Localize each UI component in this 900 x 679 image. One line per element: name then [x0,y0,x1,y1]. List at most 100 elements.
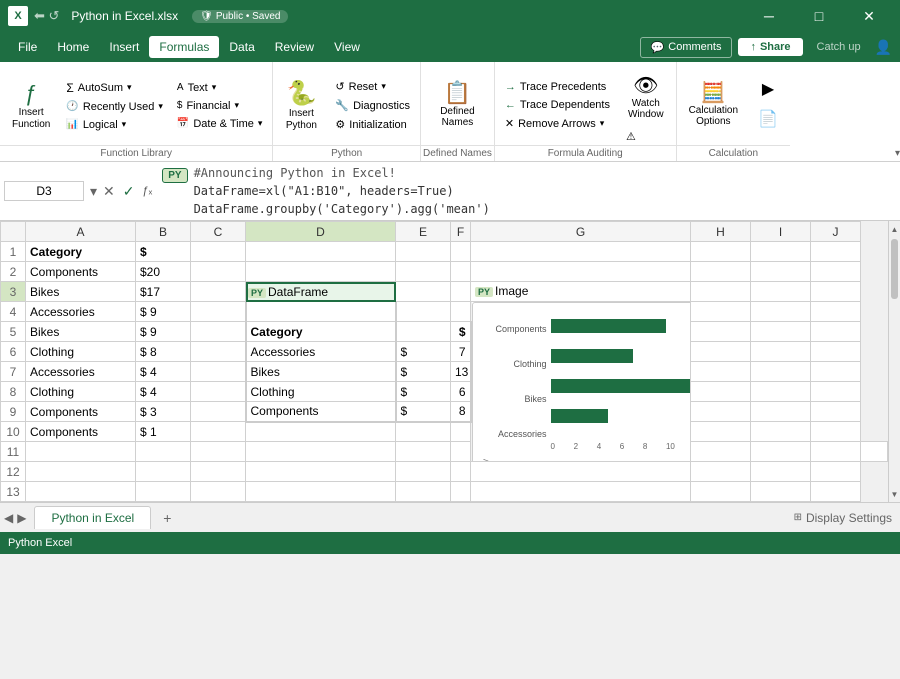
cell-D11[interactable] [246,442,396,462]
cell-E13[interactable] [396,482,451,502]
cell-I5[interactable] [751,322,811,342]
cell-I4[interactable] [751,302,811,322]
col-B-header[interactable]: B [136,222,191,242]
text-dropdown-icon[interactable]: ▾ [212,82,217,93]
cell-D8[interactable]: Clothing [246,382,396,402]
calculation-options-button[interactable]: 🧮 CalculationOptions [681,74,746,134]
cell-D4[interactable] [246,302,396,322]
insert-function-button[interactable]: ƒ InsertFunction [4,76,58,136]
cell-J3[interactable] [811,282,861,302]
sheet-tab-python-excel[interactable]: Python in Excel [34,506,151,529]
cell-F13[interactable] [451,482,471,502]
cell-A4[interactable]: Accessories [26,302,136,322]
col-H-header[interactable]: H [691,222,751,242]
ribbon-expand[interactable]: ▾ [886,62,900,161]
cell-C3[interactable] [191,282,246,302]
catch-up-button[interactable]: Catch up [809,38,869,56]
col-J-header[interactable]: J [811,222,861,242]
cell-H11[interactable] [751,442,811,462]
cell-A13[interactable] [26,482,136,502]
scroll-up-button[interactable]: ▲ [889,221,900,237]
menu-formulas[interactable]: Formulas [149,36,219,58]
cell-A5[interactable]: Bikes [26,322,136,342]
remove-arrows-button[interactable]: ✕ Remove Arrows ▾ [499,115,616,132]
col-A-header[interactable]: A [26,222,136,242]
minimize-button[interactable]: ─ [746,0,792,32]
menu-view[interactable]: View [324,36,370,58]
menu-review[interactable]: Review [265,36,324,58]
scroll-down-button[interactable]: ▼ [889,486,900,502]
menu-home[interactable]: Home [47,36,99,58]
cell-F1[interactable] [451,242,471,262]
cell-F4[interactable] [451,302,471,322]
cell-E6[interactable]: $ [396,342,451,362]
financial-dropdown-icon[interactable]: ▾ [234,100,239,111]
cell-D12[interactable] [246,462,396,482]
cell-A9[interactable]: Components [26,402,136,422]
logical-dropdown-icon[interactable]: ▾ [122,119,127,130]
col-C-header[interactable]: C [191,222,246,242]
cell-C7[interactable] [191,362,246,382]
cell-A12[interactable] [26,462,136,482]
sheet-prev-button[interactable]: ◀ [4,511,13,525]
cell-H5[interactable] [691,322,751,342]
cell-I8[interactable] [751,382,811,402]
cell-E2[interactable] [396,262,451,282]
cell-B7[interactable]: $ 4 [136,362,191,382]
cell-C1[interactable] [191,242,246,262]
cell-F11[interactable] [451,442,471,462]
cell-I1[interactable] [751,242,811,262]
cell-J7[interactable] [811,362,861,382]
cell-J4[interactable] [811,302,861,322]
cell-J9[interactable] [811,402,861,422]
add-sheet-button[interactable]: + [153,506,181,530]
cell-I9[interactable] [751,402,811,422]
cell-E1[interactable] [396,242,451,262]
date-time-button[interactable]: 📅 Date & Time ▾ [171,116,269,132]
cell-I10[interactable] [751,422,811,442]
cell-B2[interactable]: $20 [136,262,191,282]
cell-C2[interactable] [191,262,246,282]
cell-I3[interactable] [751,282,811,302]
cell-E4[interactable] [396,302,451,322]
cell-G3[interactable]: PYImage [471,282,691,302]
cell-C6[interactable] [191,342,246,362]
text-button[interactable]: A Text ▾ [171,80,269,96]
cell-B1[interactable]: $ [136,242,191,262]
comments-button[interactable]: 💬 Comments [640,37,733,58]
trace-dependents-button[interactable]: ← Trace Dependents [499,97,616,113]
diagnostics-button[interactable]: 🔧 Diagnostics [329,97,416,114]
cell-I12[interactable] [751,462,811,482]
financial-button[interactable]: $ Financial ▾ [171,98,269,114]
initialization-button[interactable]: ⚙ Initialization [329,116,416,133]
quick-access[interactable]: ⬅ ↺ [34,8,59,24]
cell-F7[interactable]: 13 [451,362,471,382]
cell-E9[interactable]: $ [396,402,451,422]
cell-H4[interactable] [691,302,751,322]
autosum-button[interactable]: Σ AutoSum ▾ [60,79,169,97]
cell-F5[interactable]: $ [451,322,471,342]
cell-C4[interactable] [191,302,246,322]
cell-D7[interactable]: Bikes [246,362,396,382]
cell-A6[interactable]: Clothing [26,342,136,362]
cell-J10[interactable] [811,422,861,442]
cell-C8[interactable] [191,382,246,402]
display-settings-label[interactable]: Display Settings [806,511,892,525]
defined-names-button[interactable]: 📋 DefinedNames [432,74,482,134]
cell-D5[interactable]: Category [246,322,396,342]
col-D-header[interactable]: D [246,222,396,242]
error-checking-button[interactable]: ⚠ [620,128,672,145]
cell-H9[interactable] [691,402,751,422]
user-icon[interactable]: 👤 [875,39,892,56]
reset-dropdown-icon[interactable]: ▾ [381,81,386,92]
cell-I11[interactable] [811,442,861,462]
date-time-dropdown-icon[interactable]: ▾ [258,118,263,129]
cell-A11[interactable] [26,442,136,462]
calc-now-button[interactable]: ▶ [750,75,786,103]
cell-reference-input[interactable] [4,181,84,201]
watch-window-button[interactable]: 👁 WatchWindow [620,66,672,126]
formula-content[interactable]: #Announcing Python in Excel! DataFrame=x… [194,164,896,218]
cell-I7[interactable] [751,362,811,382]
cell-B4[interactable]: $ 9 [136,302,191,322]
cell-C13[interactable] [191,482,246,502]
